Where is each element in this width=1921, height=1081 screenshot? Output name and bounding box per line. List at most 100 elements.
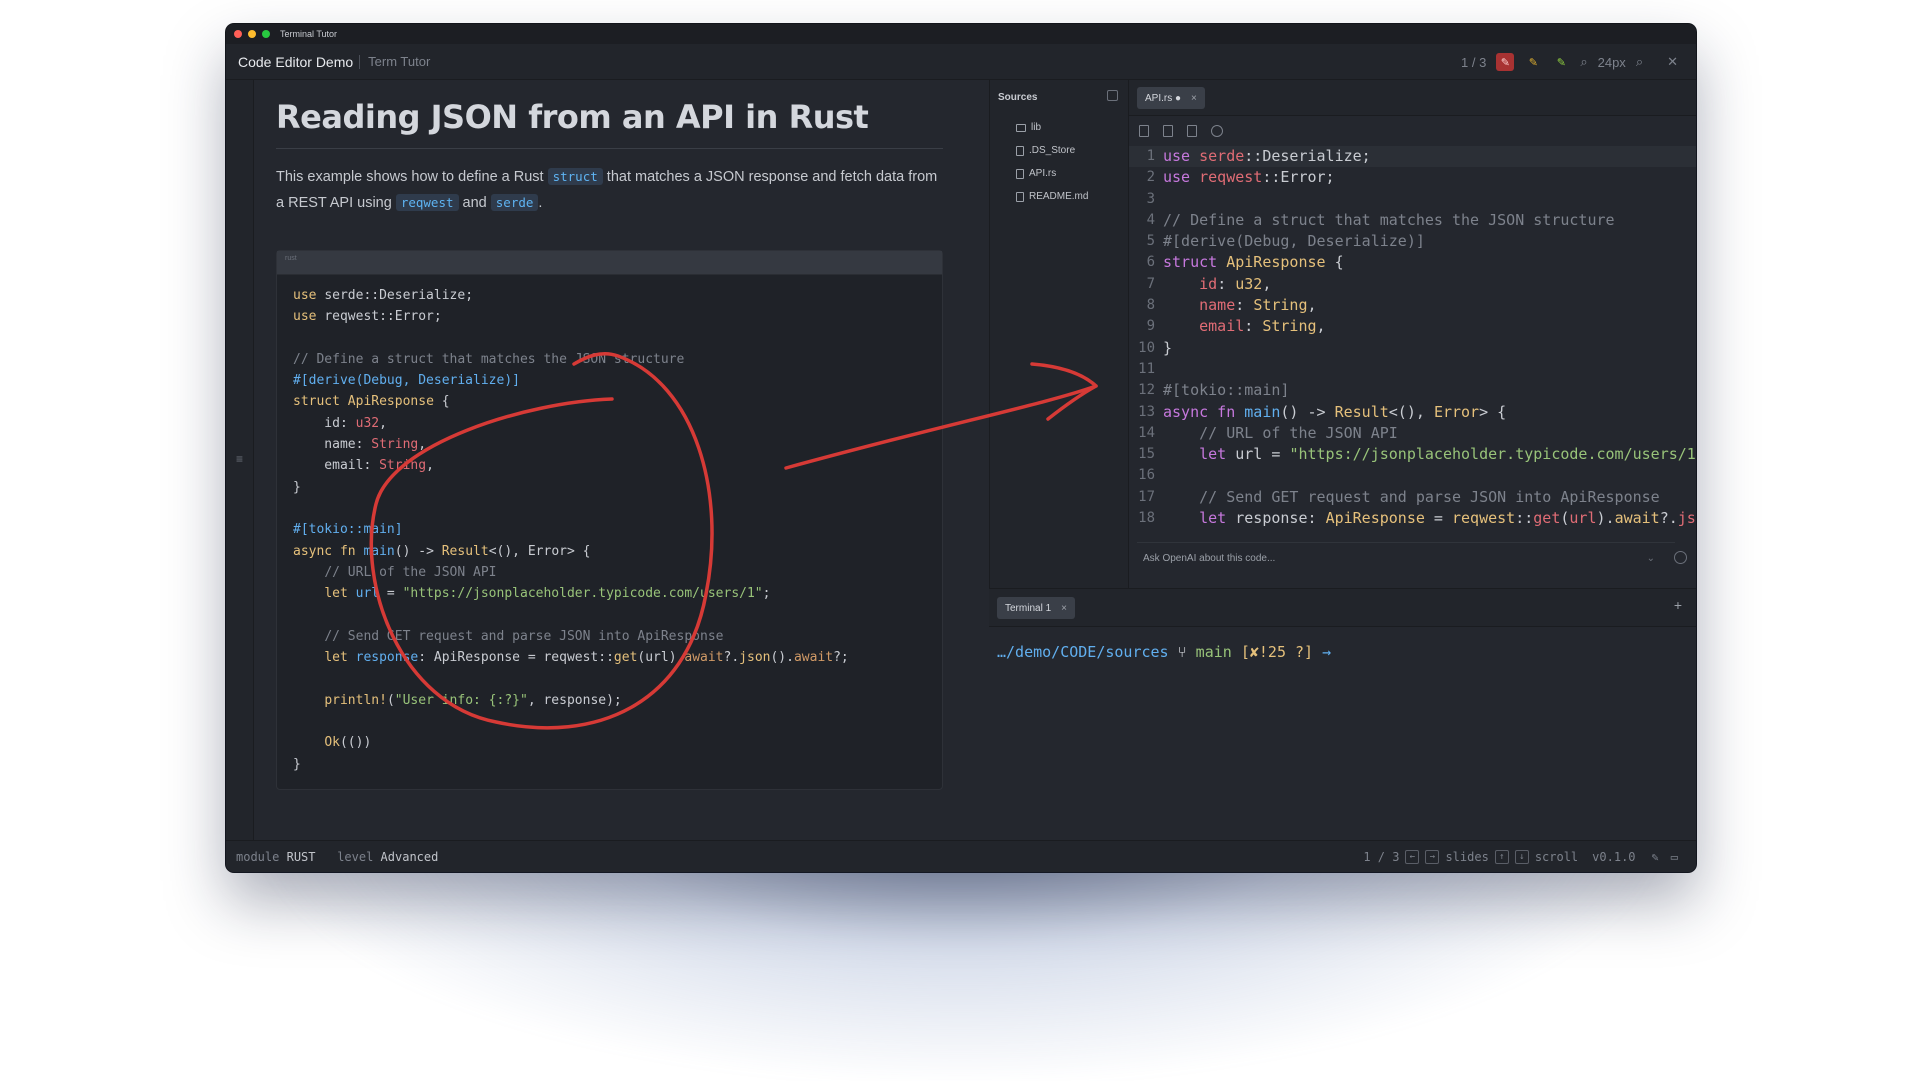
git-branch-icon: ⑂	[1177, 643, 1187, 661]
version-label: v0.1.0	[1592, 850, 1636, 864]
file-icon	[1016, 191, 1024, 202]
tab-terminal-1[interactable]: Terminal 1 ×	[997, 597, 1075, 619]
file-icon	[1016, 168, 1024, 179]
prompt-git-status: [✘!25 ?]	[1240, 643, 1314, 661]
folder-icon	[1016, 123, 1026, 132]
file-tree-item[interactable]: API.rs	[1016, 162, 1088, 185]
tab-api-rs[interactable]: API.rs ● ×	[1137, 87, 1205, 109]
close-tab-icon[interactable]: ×	[1061, 603, 1067, 614]
collapse-panel-icon[interactable]	[1107, 90, 1118, 101]
code-attr: #[derive(Debug, Deserialize)]	[293, 373, 520, 389]
code-block: rust use serde::Deserialize; use reqwest…	[276, 250, 943, 790]
terminal-tab-label: Terminal 1	[1005, 602, 1052, 614]
close-tab-icon[interactable]: ×	[1191, 93, 1197, 104]
save-icon[interactable]	[1187, 125, 1197, 137]
code-path: reqwest	[1452, 509, 1516, 528]
terminal-prompt[interactable]: …/demo/CODE/sources ⑂ main [✘!25 ?] →	[997, 643, 1331, 661]
drag-handle-icon[interactable]: ≡	[236, 452, 243, 466]
file-icon	[1016, 145, 1024, 156]
code-type: u32	[1235, 274, 1263, 293]
slide-heading: Reading JSON from an API in Rust	[276, 98, 869, 136]
code-string: "https://jsonplaceholder.typicode.com/us…	[1289, 445, 1696, 464]
header-controls: 1 / 3 ✎ ✎ ✎ ⌕ 24px ⌕ ✕	[1461, 44, 1678, 80]
code-var: url	[355, 586, 380, 602]
desc-text-4: .	[538, 195, 543, 211]
app-header: Code Editor Demo Term Tutor 1 / 3 ✎ ✎ ✎ …	[226, 44, 1696, 80]
inline-code-struct: struct	[547, 168, 603, 185]
open-file-icon[interactable]	[1163, 125, 1173, 137]
line-number: 7	[1146, 275, 1155, 292]
line-number: 14	[1138, 424, 1155, 441]
code-fn: get	[613, 650, 638, 666]
kw: async fn	[293, 543, 356, 559]
code-fn: Ok	[324, 735, 340, 751]
code-fn: get	[1533, 509, 1561, 528]
kw: use	[1163, 147, 1191, 165]
page-indicator: 1 / 3	[1461, 54, 1487, 70]
line-number: 8	[1146, 297, 1155, 314]
editor-tabbar: API.rs ● ×	[1129, 80, 1696, 116]
add-terminal-button[interactable]: +	[1674, 597, 1682, 613]
maximize-window-button[interactable]	[262, 30, 270, 38]
line-number-gutter: 1 2 3 4 5 6 7 8 9 10 11 12 13 14 15 16 17 18	[1129, 146, 1161, 529]
slide-panel: Reading JSON from an API in Rust This ex…	[254, 80, 989, 840]
arrow-down-key-icon: ↓	[1514, 850, 1529, 864]
chevron-down-icon[interactable]: ⌄	[1647, 553, 1655, 564]
code-fn: main	[363, 543, 395, 559]
code-type: ApiResponse	[1325, 509, 1425, 528]
app-title: Code Editor Demo	[238, 53, 354, 70]
code-string: "https://jsonplaceholder.typicode.com/us…	[402, 586, 763, 602]
green-pen-tool[interactable]: ✎	[1552, 53, 1570, 71]
minimize-window-button[interactable]	[248, 30, 256, 38]
code-await: await	[793, 650, 834, 666]
code-type: String	[379, 458, 427, 474]
line-number: 3	[1146, 190, 1155, 207]
code-comment: // URL of the JSON API	[324, 564, 497, 580]
gear-icon[interactable]	[1674, 551, 1687, 564]
heading-divider	[276, 148, 943, 149]
edit-icon[interactable]: ✎	[1652, 850, 1659, 864]
kw: let	[1199, 509, 1227, 528]
file-tree-item[interactable]: .DS_Store	[1016, 139, 1088, 162]
comment-icon[interactable]: ▭	[1671, 850, 1678, 864]
yellow-pen-tool[interactable]: ✎	[1524, 53, 1542, 71]
kw: use	[293, 309, 317, 325]
code-var: response	[355, 650, 419, 666]
line-number: 6	[1146, 254, 1155, 271]
close-window-button[interactable]	[234, 30, 242, 38]
file-tree-item[interactable]: lib	[1016, 116, 1088, 139]
window-title: Terminal Tutor	[280, 29, 338, 39]
code-attr: #[derive(Debug, Deserialize)]	[1163, 232, 1425, 251]
zoom-out-icon[interactable]: ⌕	[1580, 54, 1587, 70]
code-field: name	[1199, 296, 1236, 315]
globe-icon[interactable]	[1211, 125, 1223, 137]
terminal-tabbar: Terminal 1 × +	[989, 589, 1696, 627]
desc-text-3: and	[458, 195, 491, 211]
module-value: RUST	[286, 849, 316, 864]
code-type: String	[1262, 317, 1317, 336]
code-type: u32	[355, 415, 380, 431]
close-icon[interactable]: ✕	[1667, 54, 1678, 70]
code-attr: #[tokio::main]	[293, 522, 403, 538]
red-pen-tool[interactable]: ✎	[1496, 53, 1515, 71]
kw: let	[1199, 445, 1227, 464]
editor-code[interactable]: use serde::Deserialize; use reqwest::Err…	[1163, 146, 1696, 529]
code-text: serde::Deserialize;	[324, 288, 474, 303]
arrow-right-key-icon: →	[1425, 850, 1440, 864]
zoom-in-icon[interactable]: ⌕	[1636, 54, 1643, 70]
code-field: id	[1199, 274, 1218, 293]
code-type: ApiResponse	[347, 394, 434, 410]
line-number: 18	[1138, 510, 1155, 527]
kw: struct	[1163, 253, 1218, 272]
slides-hint: slides	[1445, 850, 1489, 864]
new-file-icon[interactable]	[1139, 125, 1149, 137]
code-await: await	[1614, 509, 1660, 528]
code-type: Error	[1433, 402, 1480, 421]
app-subtitle: Term Tutor	[368, 54, 431, 69]
ask-ai-input[interactable]: Ask OpenAI about this code... ⌄	[1137, 542, 1687, 578]
file-tree-item[interactable]: README.md	[1016, 185, 1088, 208]
line-number: 16	[1138, 467, 1155, 484]
code-fn: json	[739, 650, 771, 666]
file-tree: lib .DS_Store API.rs README.md	[1016, 116, 1088, 208]
code-string: "User info: {:?}"	[394, 692, 528, 708]
